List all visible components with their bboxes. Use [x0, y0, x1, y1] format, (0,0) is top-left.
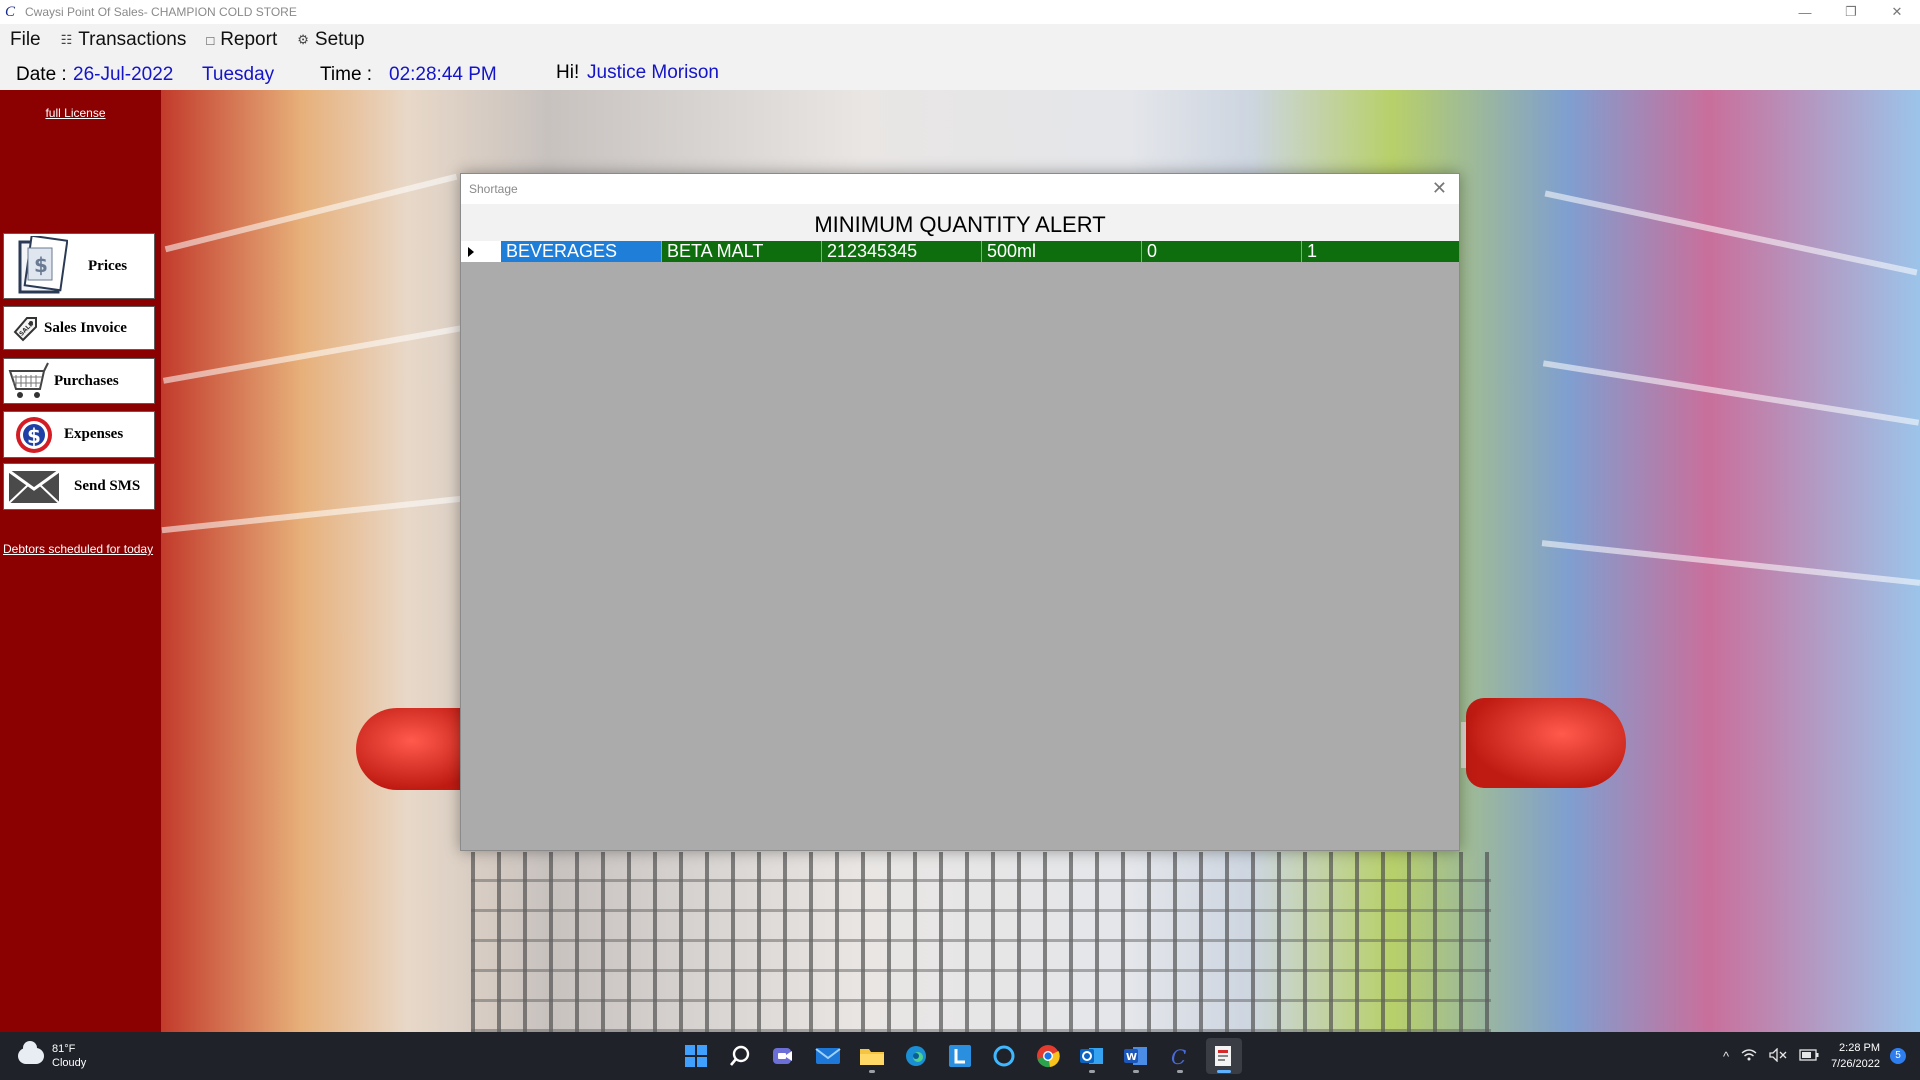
- menu-report-label: Report: [220, 29, 278, 50]
- app-logo-icon: C: [5, 4, 16, 20]
- menu-report[interactable]: □ Report: [206, 29, 277, 51]
- sidebar: full License $ Prices SALE Sales Invoice: [0, 90, 161, 1032]
- close-button[interactable]: ✕: [1874, 0, 1920, 24]
- report-icon: □: [206, 32, 215, 48]
- running-indicator: [869, 1070, 875, 1073]
- speaker-muted-icon[interactable]: [1769, 1046, 1787, 1065]
- purchases-label: Purchases: [54, 372, 119, 389]
- title-bar: C Cwaysi Point Of Sales- CHAMPION COLD S…: [0, 0, 1920, 24]
- transactions-icon: ☷: [60, 32, 73, 47]
- file-explorer-icon[interactable]: [854, 1038, 890, 1074]
- cell-quantity[interactable]: 0: [1141, 241, 1301, 262]
- envelope-icon: [8, 468, 60, 506]
- purchases-button[interactable]: Purchases: [3, 358, 155, 404]
- cart-handle-right: [1466, 698, 1626, 788]
- expenses-button[interactable]: $ Expenses: [3, 411, 155, 458]
- system-tray: ^ 2:28 PM 7/26/2022 5: [1723, 1032, 1920, 1080]
- clock-date: 7/26/2022: [1831, 1058, 1880, 1070]
- cell-size[interactable]: 500ml: [981, 241, 1141, 262]
- running-indicator: [1089, 1070, 1095, 1073]
- sale-tag-icon: SALE: [10, 313, 40, 343]
- menu-file-label: File: [10, 29, 41, 50]
- dollar-document-icon: $: [12, 236, 72, 296]
- sales-invoice-label: Sales Invoice: [44, 319, 127, 336]
- battery-icon[interactable]: [1799, 1048, 1819, 1064]
- time-label: Time :: [320, 64, 373, 85]
- info-bar: Date : 26-Jul-2022 Tuesday Time : 02:28:…: [0, 56, 1920, 90]
- dialog-title: Shortage: [469, 182, 518, 196]
- search-icon[interactable]: [722, 1038, 758, 1074]
- cell-minimum[interactable]: 1: [1301, 241, 1459, 262]
- alert-heading: MINIMUM QUANTITY ALERT: [461, 204, 1459, 241]
- user-name: Justice Morison: [587, 62, 719, 83]
- cell-category[interactable]: BEVERAGES: [501, 241, 661, 262]
- debtors-today-link[interactable]: Debtors scheduled for today: [3, 542, 153, 556]
- menu-bar: File ☷ Transactions □ Report ⚙ Setup: [0, 24, 1920, 56]
- menu-setup[interactable]: ⚙ Setup: [297, 29, 364, 51]
- current-row-arrow-icon: [468, 247, 474, 257]
- dialog-title-bar: Shortage ✕: [461, 174, 1459, 204]
- menu-transactions[interactable]: ☷ Transactions: [61, 29, 187, 51]
- show-hidden-icons-chevron-icon[interactable]: ^: [1723, 1049, 1729, 1064]
- weather-widget[interactable]: 81°F Cloudy: [18, 1041, 87, 1070]
- menu-file[interactable]: File: [10, 29, 41, 51]
- send-sms-label: Send SMS: [74, 478, 141, 494]
- weather-description: Cloudy: [52, 1057, 87, 1069]
- table-row[interactable]: BEVERAGES BETA MALT 212345345 500ml 0 1: [461, 241, 1459, 262]
- full-license-link[interactable]: full License: [0, 106, 151, 120]
- expenses-label: Expenses: [64, 426, 124, 442]
- start-icon[interactable]: [678, 1038, 714, 1074]
- cortana-icon[interactable]: [986, 1038, 1022, 1074]
- date-value: 26-Jul-2022: [73, 64, 174, 85]
- teams-icon[interactable]: [766, 1038, 802, 1074]
- restore-button[interactable]: ❐: [1828, 0, 1874, 24]
- send-sms-button[interactable]: Send SMS: [3, 463, 155, 510]
- running-indicator: [1133, 1070, 1139, 1073]
- dialog-close-button[interactable]: ✕: [1432, 178, 1447, 199]
- svg-text:$: $: [34, 253, 48, 277]
- edge-icon[interactable]: [898, 1038, 934, 1074]
- greeting-label: Hi!: [556, 62, 580, 83]
- svg-text:C: C: [1171, 1045, 1186, 1068]
- svg-text:W: W: [1126, 1052, 1137, 1063]
- notification-badge[interactable]: 5: [1890, 1048, 1906, 1064]
- word-icon[interactable]: W: [1118, 1038, 1154, 1074]
- setup-gear-icon: ⚙: [297, 32, 309, 47]
- pos-app-icon[interactable]: [1206, 1038, 1242, 1074]
- outlook-icon[interactable]: [1074, 1038, 1110, 1074]
- minimize-button[interactable]: —: [1782, 0, 1828, 24]
- window-controls: — ❐ ✕: [1782, 0, 1920, 24]
- time-value: 02:28:44 PM: [389, 64, 497, 85]
- l-app-icon[interactable]: [942, 1038, 978, 1074]
- mail-icon[interactable]: [810, 1038, 846, 1074]
- date-label: Date :: [16, 64, 67, 85]
- taskbar: 81°F Cloudy W C ^ 2:28 PM 7/26/2022 5: [0, 1032, 1920, 1080]
- chrome-icon[interactable]: [1030, 1038, 1066, 1074]
- svg-text:$: $: [27, 424, 41, 448]
- row-selector[interactable]: [461, 241, 501, 262]
- menu-setup-label: Setup: [314, 29, 365, 50]
- cwaysi-icon[interactable]: C: [1162, 1038, 1198, 1074]
- active-indicator: [1217, 1070, 1231, 1073]
- wifi-icon[interactable]: [1741, 1048, 1757, 1065]
- clock[interactable]: 2:28 PM 7/26/2022: [1831, 1040, 1880, 1072]
- cell-code[interactable]: 212345345: [821, 241, 981, 262]
- day-value: Tuesday: [202, 64, 275, 85]
- sales-invoice-button[interactable]: SALE Sales Invoice: [3, 306, 155, 350]
- menu-transactions-label: Transactions: [78, 29, 187, 50]
- prices-label: Prices: [88, 257, 128, 274]
- shopping-cart-basket: [471, 852, 1491, 1032]
- taskbar-apps: W C: [678, 1038, 1250, 1074]
- prices-button[interactable]: $ Prices: [3, 233, 155, 299]
- cloud-icon: [18, 1041, 44, 1064]
- clock-time: 2:28 PM: [1839, 1042, 1880, 1054]
- weather-temperature: 81°F: [52, 1043, 76, 1055]
- shortage-dialog: Shortage ✕ MINIMUM QUANTITY ALERT BEVERA…: [460, 173, 1460, 851]
- shopping-cart-icon: [8, 361, 52, 401]
- running-indicator: [1177, 1070, 1183, 1073]
- cell-product[interactable]: BETA MALT: [661, 241, 821, 262]
- window-title: Cwaysi Point Of Sales- CHAMPION COLD STO…: [25, 5, 297, 19]
- dollar-circle-icon: $: [14, 415, 54, 455]
